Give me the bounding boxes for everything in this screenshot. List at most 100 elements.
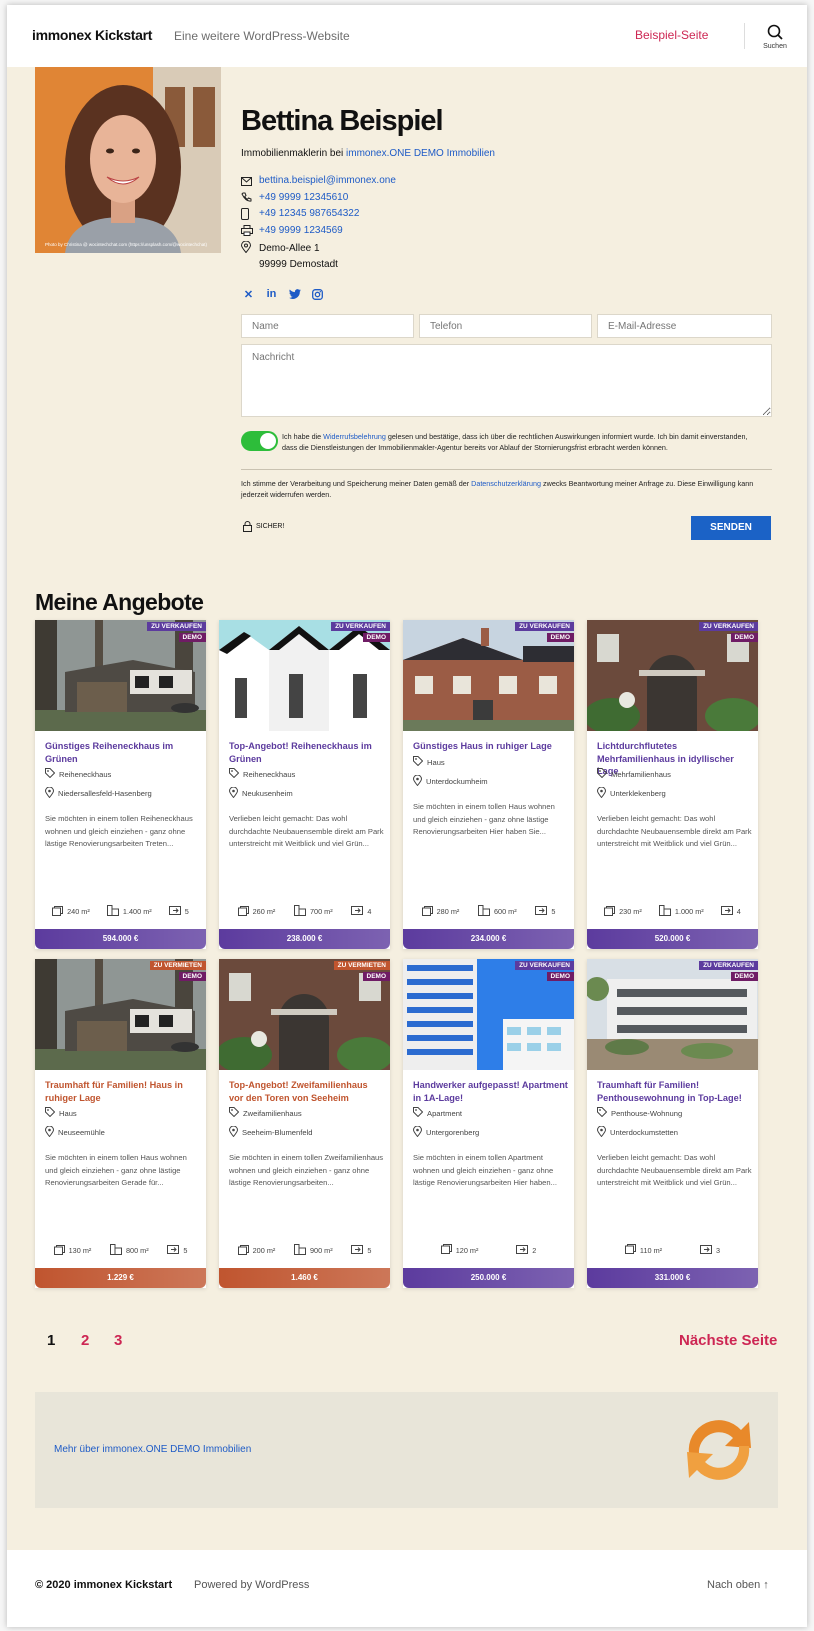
- map-pin-icon: [44, 1125, 55, 1139]
- mobile-link[interactable]: +49 12345 987654322: [259, 208, 359, 219]
- property-price: 331.000 €: [587, 1268, 758, 1288]
- property-card[interactable]: ZU VERKAUFEN DEMO Handwerker aufgepasst! A…: [403, 959, 574, 1288]
- phone-icon: [241, 192, 259, 204]
- demo-badge: DEMO: [730, 633, 758, 642]
- listings-title: Meine Angebote: [35, 589, 204, 615]
- property-description: Verlieben leicht gemacht: Das wohl durch…: [229, 814, 384, 848]
- page-link-2[interactable]: 2: [81, 1332, 89, 1349]
- property-image[interactable]: ZU VERKAUFEN DEMO: [403, 620, 574, 731]
- tag-icon: [45, 768, 56, 780]
- rooms-value: 5: [183, 1246, 188, 1255]
- agency-about-link[interactable]: Mehr über immonex.ONE DEMO Immobilien: [54, 1444, 251, 1455]
- property-price: 234.000 €: [403, 929, 574, 949]
- message-field[interactable]: [241, 344, 772, 417]
- page-link-1[interactable]: 1: [47, 1332, 55, 1349]
- linkedin-icon[interactable]: in: [264, 287, 279, 301]
- site-title[interactable]: immonex Kickstart: [32, 27, 152, 43]
- property-price: 594.000 €: [35, 929, 206, 949]
- living-area-icon: [53, 1244, 65, 1257]
- consent2-pre: Ich stimme der Verarbeitung und Speicher…: [241, 479, 472, 488]
- property-image[interactable]: ZU VERKAUFEN DEMO: [587, 959, 758, 1070]
- rooms-value: 5: [551, 907, 556, 916]
- instagram-icon[interactable]: [310, 287, 325, 301]
- living-area-icon: [237, 1244, 249, 1257]
- property-image[interactable]: ZU VERMIETEN DEMO: [35, 959, 206, 1070]
- property-title[interactable]: Traumhaft für Familien! Haus in ruhiger …: [45, 1079, 200, 1104]
- agent-name: Bettina Beispiel: [241, 105, 444, 137]
- next-page-link[interactable]: Nächste Seite: [679, 1332, 777, 1349]
- property-image[interactable]: ZU VERKAUFEN DEMO: [219, 620, 390, 731]
- plot-area: 900 m²: [293, 1244, 333, 1257]
- page-link-3[interactable]: 3: [114, 1332, 122, 1349]
- property-card[interactable]: ZU VERKAUFEN DEMO Günstiges Reiheneckhaus …: [35, 620, 206, 949]
- email-link[interactable]: bettina.beispiel@immonex.one: [259, 175, 396, 186]
- page: immonex Kickstart Eine weitere WordPress…: [7, 5, 807, 1627]
- property-location-label: Neukusenheim: [242, 789, 293, 798]
- property-title[interactable]: Top-Angebot! Reiheneckhaus im Grünen: [229, 740, 384, 765]
- privacy-policy-link[interactable]: Datenschutzerklärung: [471, 479, 541, 488]
- property-location: Untergorenberg: [412, 1125, 479, 1139]
- email-field[interactable]: [597, 314, 772, 338]
- withdrawal-policy-link[interactable]: Widerrufsbelehrung: [323, 432, 386, 441]
- site-description: Eine weitere WordPress-Website: [174, 29, 350, 43]
- living-area-value: 200 m²: [252, 1246, 276, 1255]
- name-field[interactable]: [241, 314, 414, 338]
- rooms-icon: [720, 906, 733, 917]
- property-card[interactable]: ZU VERKAUFEN DEMO Lichtdurchflutetes Mehrf…: [587, 620, 758, 949]
- fax-link[interactable]: +49 9999 1234569: [259, 225, 343, 236]
- consent-toggle[interactable]: [241, 431, 278, 451]
- send-button[interactable]: SENDEN: [691, 516, 771, 540]
- living-area-value: 130 m²: [68, 1246, 92, 1255]
- property-image[interactable]: ZU VERKAUFEN DEMO: [35, 620, 206, 731]
- footer-copyright[interactable]: © 2020 immonex Kickstart: [35, 1579, 172, 1591]
- property-title[interactable]: Günstiges Haus in ruhiger Lage: [413, 740, 568, 753]
- property-card[interactable]: ZU VERKAUFEN DEMO Traumhaft für Familien! …: [587, 959, 758, 1288]
- search-toggle-button[interactable]: Suchen: [755, 24, 795, 60]
- property-title[interactable]: Traumhaft für Familien! Penthousewohnung…: [597, 1079, 752, 1104]
- twitter-icon[interactable]: [287, 287, 302, 301]
- living-area-value: 240 m²: [67, 907, 90, 916]
- consent1-pre: Ich habe die: [282, 432, 324, 441]
- property-card[interactable]: ZU VERMIETEN DEMO Top-Angebot! Zweifamilie…: [219, 959, 390, 1288]
- property-description: Sie möchten in einem tollen Apartment wo…: [413, 1153, 557, 1187]
- plot-area: 700 m²: [293, 905, 333, 918]
- property-title[interactable]: Top-Angebot! Zweifamilienhaus vor den To…: [229, 1079, 384, 1104]
- property-location: Neukusenheim: [228, 786, 293, 800]
- rooms-icon: [535, 906, 548, 917]
- plot-area-icon: [106, 905, 119, 918]
- contact-list: bettina.beispiel@immonex.one +49 9999 12…: [241, 175, 396, 273]
- lock-icon: [243, 521, 252, 532]
- property-location-label: Niedersallesfeld-Hasenberg: [58, 789, 152, 798]
- property-image[interactable]: ZU VERMIETEN DEMO: [219, 959, 390, 1070]
- plot-area-value: 1.400 m²: [122, 907, 152, 916]
- property-card[interactable]: ZU VERKAUFEN DEMO Top-Angebot! Reiheneckha…: [219, 620, 390, 949]
- property-title[interactable]: Günstiges Reiheneckhaus im Grünen: [45, 740, 200, 765]
- property-description: Sie möchten in einem tollen Haus wohnen …: [413, 802, 555, 836]
- back-to-top-link[interactable]: Nach oben ↑: [707, 1579, 769, 1591]
- phone-link[interactable]: +49 9999 12345610: [259, 192, 348, 203]
- property-price: 520.000 €: [587, 929, 758, 949]
- property-price: 238.000 €: [219, 929, 390, 949]
- plot-area-icon: [293, 1244, 306, 1257]
- property-image[interactable]: ZU VERKAUFEN DEMO: [587, 620, 758, 731]
- site-header: immonex Kickstart Eine weitere WordPress…: [7, 5, 807, 67]
- phone-field[interactable]: [419, 314, 592, 338]
- rooms-value: 2: [532, 1245, 537, 1255]
- property-location: Neuseemühle: [44, 1125, 105, 1139]
- rooms-value: 5: [367, 1246, 372, 1255]
- footer-powered-by[interactable]: Powered by WordPress: [194, 1579, 309, 1591]
- nav-link-beispiel-seite[interactable]: Beispiel-Seite: [635, 28, 708, 42]
- map-pin-icon: [596, 786, 607, 800]
- demo-badge: DEMO: [730, 972, 758, 981]
- agent-company-link[interactable]: immonex.ONE DEMO Immobilien: [346, 148, 495, 159]
- privacy-consent-text: Ich stimme der Verarbeitung und Speicher…: [241, 478, 772, 500]
- xing-icon[interactable]: ✕: [241, 287, 256, 301]
- property-card[interactable]: ZU VERKAUFEN DEMO Günstiges Haus in ruhige…: [403, 620, 574, 949]
- property-card[interactable]: ZU VERMIETEN DEMO Traumhaft für Familien! …: [35, 959, 206, 1288]
- rooms-icon: [351, 1245, 364, 1256]
- property-image[interactable]: ZU VERKAUFEN DEMO: [403, 959, 574, 1070]
- tag-icon: [597, 768, 608, 780]
- property-title[interactable]: Handwerker aufgepasst! Apartment in 1A-L…: [413, 1079, 568, 1104]
- property-stats: 230 m² 1.000 m² 4: [587, 905, 758, 918]
- property-type-label: Apartment: [427, 1108, 463, 1118]
